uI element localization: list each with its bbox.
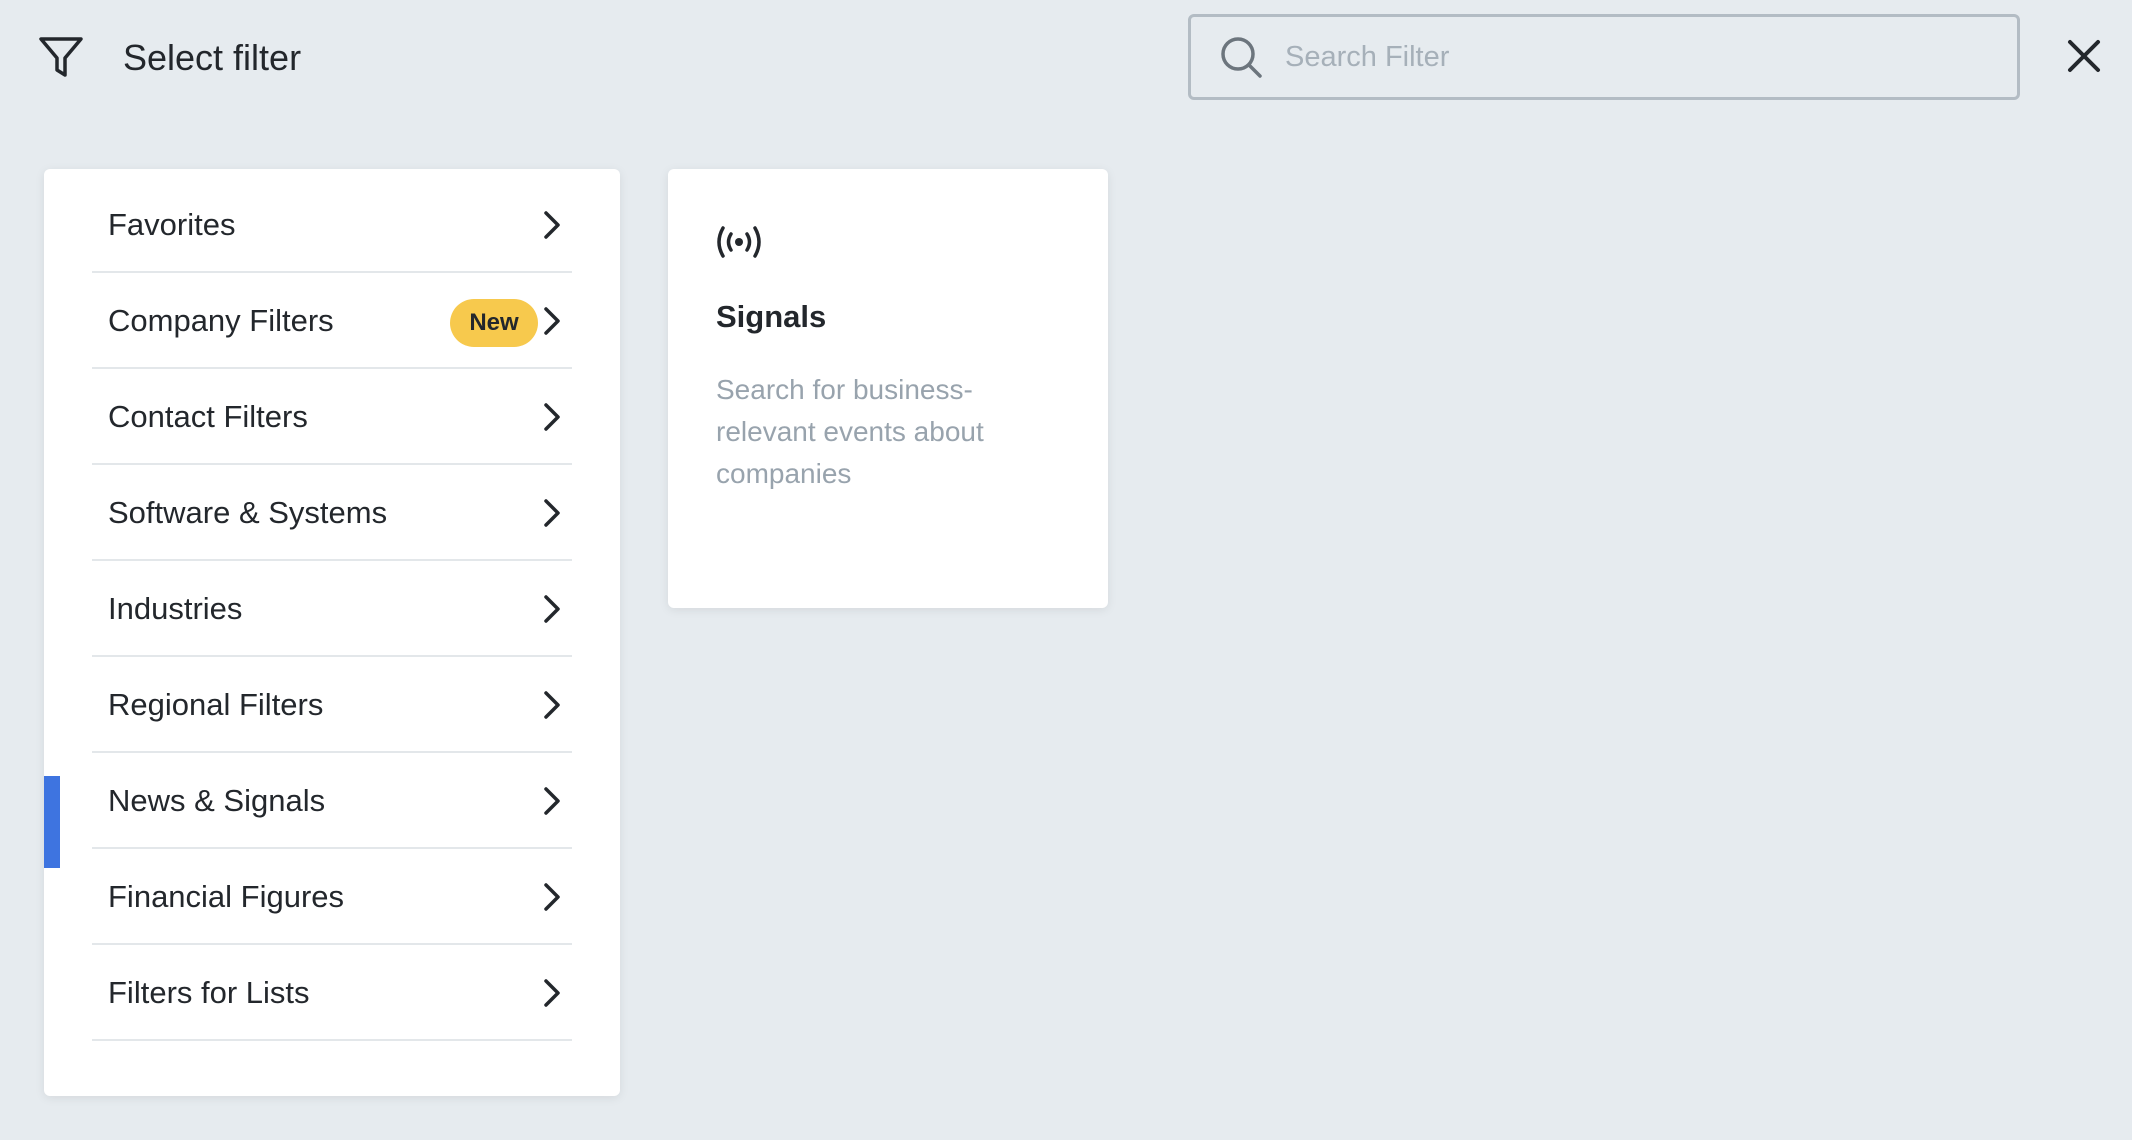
page-title: Select filter: [123, 37, 302, 78]
chevron-right-icon: [544, 979, 560, 1007]
search-icon: [1221, 37, 1262, 78]
search-box[interactable]: [1188, 14, 2020, 100]
filter-icon: [39, 37, 83, 77]
new-badge: New: [450, 299, 538, 347]
menu-item-label: Regional Filters: [108, 687, 324, 722]
menu-item-label: Filters for Lists: [108, 975, 310, 1010]
menu-item-label: Industries: [108, 591, 243, 626]
menu-item-industries[interactable]: Industries: [92, 561, 572, 657]
chevron-right-icon: [544, 307, 560, 335]
menu-item-label: Contact Filters: [108, 399, 308, 434]
chevron-right-icon: [544, 595, 560, 623]
chevron-right-icon: [544, 499, 560, 527]
menu-item-financial-figures[interactable]: Financial Figures: [92, 849, 572, 945]
menu-item-contact-filters[interactable]: Contact Filters: [92, 369, 572, 465]
menu-item-regional-filters[interactable]: Regional Filters: [92, 657, 572, 753]
search-input[interactable]: [1285, 17, 2005, 97]
signals-card-description: Search for business-relevant events abou…: [716, 374, 984, 489]
filter-category-menu: Favorites Company Filters New Contact Fi…: [44, 169, 620, 1096]
menu-item-software-systems[interactable]: Software & Systems: [92, 465, 572, 561]
signals-card-title: Signals: [716, 299, 827, 334]
menu-item-news-signals[interactable]: News & Signals: [92, 753, 572, 849]
active-indicator: [44, 776, 60, 868]
menu-item-company-filters[interactable]: Company Filters New: [92, 273, 572, 369]
menu-item-filters-for-lists[interactable]: Filters for Lists: [92, 945, 572, 1041]
broadcast-icon: [717, 226, 761, 258]
chevron-right-icon: [544, 787, 560, 815]
menu-item-label: Company Filters: [108, 303, 334, 338]
menu-item-label: Favorites: [108, 207, 236, 242]
chevron-right-icon: [544, 403, 560, 431]
chevron-right-icon: [544, 883, 560, 911]
menu-item-favorites[interactable]: Favorites: [92, 177, 572, 273]
chevron-right-icon: [544, 691, 560, 719]
menu-item-label: News & Signals: [108, 783, 326, 818]
filter-selection-page: Select filter Favorites Company Filters …: [0, 0, 2132, 1140]
close-icon[interactable]: [2064, 36, 2104, 76]
menu-item-label: Software & Systems: [108, 495, 388, 530]
menu-item-label: Financial Figures: [108, 879, 345, 914]
signals-filter-card[interactable]: Signals Search for business-relevant eve…: [668, 169, 1108, 608]
chevron-right-icon: [544, 211, 560, 239]
